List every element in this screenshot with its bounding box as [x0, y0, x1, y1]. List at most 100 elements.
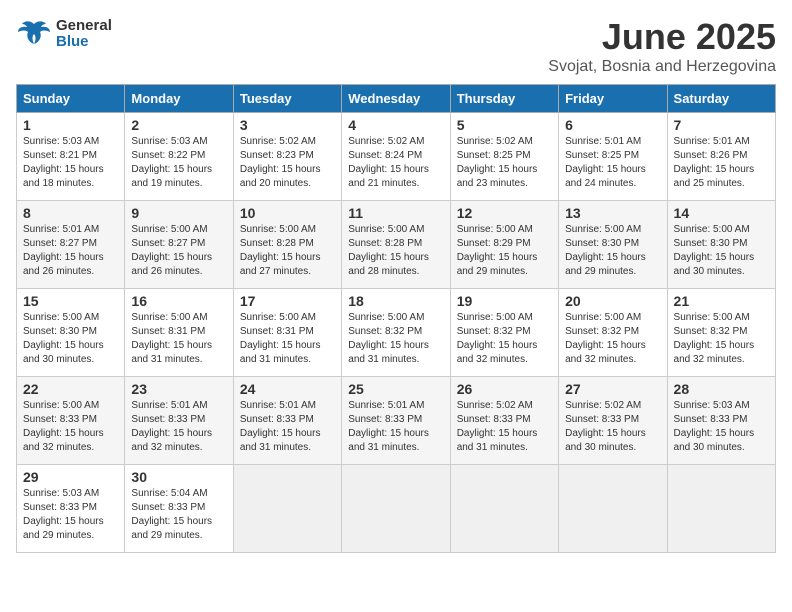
day-cell: 14Sunrise: 5:00 AMSunset: 8:30 PMDayligh…: [667, 201, 775, 289]
day-info: Sunrise: 5:00 AMSunset: 8:31 PMDaylight:…: [240, 311, 335, 367]
day-number: 5: [457, 117, 552, 133]
day-info: Sunrise: 5:00 AMSunset: 8:28 PMDaylight:…: [348, 223, 443, 279]
day-cell: [667, 465, 775, 553]
day-info: Sunrise: 5:03 AMSunset: 8:33 PMDaylight:…: [674, 399, 769, 455]
day-info: Sunrise: 5:02 AMSunset: 8:25 PMDaylight:…: [457, 135, 552, 191]
day-cell: 5 Sunrise: 5:02 AMSunset: 8:25 PMDaylight…: [450, 113, 558, 201]
day-number: 22: [23, 381, 118, 397]
day-info: Sunrise: 5:02 AMSunset: 8:23 PMDaylight:…: [240, 135, 335, 191]
day-cell: 17 Sunrise: 5:00 AMSunset: 8:31 PMDayligh…: [233, 289, 341, 377]
day-cell: 21Sunrise: 5:00 AMSunset: 8:32 PMDayligh…: [667, 289, 775, 377]
day-info: Sunrise: 5:00 AMSunset: 8:32 PMDaylight:…: [457, 311, 552, 367]
day-number: 20: [565, 293, 660, 309]
col-friday: Friday: [559, 85, 667, 113]
day-info: Sunrise: 5:00 AMSunset: 8:31 PMDaylight:…: [131, 311, 226, 367]
day-number: 28: [674, 381, 769, 397]
day-number: 15: [23, 293, 118, 309]
col-sunday: Sunday: [17, 85, 125, 113]
day-cell: 26Sunrise: 5:02 AMSunset: 8:33 PMDayligh…: [450, 377, 558, 465]
day-cell: 23 Sunrise: 5:01 AMSunset: 8:33 PMDayligh…: [125, 377, 233, 465]
day-cell: 9 Sunrise: 5:00 AMSunset: 8:27 PMDaylight…: [125, 201, 233, 289]
day-number: 10: [240, 205, 335, 221]
table-row: 1 Sunrise: 5:03 AMSunset: 8:21 PMDaylight…: [17, 113, 776, 201]
day-number: 9: [131, 205, 226, 221]
day-cell: 11 Sunrise: 5:00 AMSunset: 8:28 PMDayligh…: [342, 201, 450, 289]
day-number: 19: [457, 293, 552, 309]
day-info: Sunrise: 5:00 AMSunset: 8:32 PMDaylight:…: [348, 311, 443, 367]
day-info: Sunrise: 5:00 AMSunset: 8:33 PMDaylight:…: [23, 399, 118, 455]
table-row: 8Sunrise: 5:01 AMSunset: 8:27 PMDaylight…: [17, 201, 776, 289]
day-number: 12: [457, 205, 552, 221]
day-number: 24: [240, 381, 335, 397]
day-info: Sunrise: 5:02 AMSunset: 8:24 PMDaylight:…: [348, 135, 443, 191]
month-title: June 2025: [548, 16, 776, 58]
day-cell: 7Sunrise: 5:01 AMSunset: 8:26 PMDaylight…: [667, 113, 775, 201]
day-number: 21: [674, 293, 769, 309]
day-info: Sunrise: 5:03 AMSunset: 8:21 PMDaylight:…: [23, 135, 118, 191]
day-info: Sunrise: 5:01 AMSunset: 8:25 PMDaylight:…: [565, 135, 660, 191]
day-number: 3: [240, 117, 335, 133]
day-cell: 24 Sunrise: 5:01 AMSunset: 8:33 PMDayligh…: [233, 377, 341, 465]
col-wednesday: Wednesday: [342, 85, 450, 113]
day-info: Sunrise: 5:00 AMSunset: 8:32 PMDaylight:…: [565, 311, 660, 367]
day-number: 25: [348, 381, 443, 397]
day-cell: 28 Sunrise: 5:03 AMSunset: 8:33 PMDayligh…: [667, 377, 775, 465]
day-number: 2: [131, 117, 226, 133]
day-info: Sunrise: 5:03 AMSunset: 8:22 PMDaylight:…: [131, 135, 226, 191]
day-number: 1: [23, 117, 118, 133]
day-cell: [342, 465, 450, 553]
col-thursday: Thursday: [450, 85, 558, 113]
day-cell: 2 Sunrise: 5:03 AMSunset: 8:22 PMDaylight…: [125, 113, 233, 201]
title-area: June 2025 Svojat, Bosnia and Herzegovina: [548, 16, 776, 76]
day-cell: 30 Sunrise: 5:04 AMSunset: 8:33 PMDayligh…: [125, 465, 233, 553]
col-monday: Monday: [125, 85, 233, 113]
day-number: 16: [131, 293, 226, 309]
table-row: 29 Sunrise: 5:03 AMSunset: 8:33 PMDayligh…: [17, 465, 776, 553]
day-info: Sunrise: 5:04 AMSunset: 8:33 PMDaylight:…: [131, 487, 226, 543]
day-info: Sunrise: 5:00 AMSunset: 8:27 PMDaylight:…: [131, 223, 226, 279]
day-cell: 27Sunrise: 5:02 AMSunset: 8:33 PMDayligh…: [559, 377, 667, 465]
day-cell: 18 Sunrise: 5:00 AMSunset: 8:32 PMDayligh…: [342, 289, 450, 377]
day-number: 14: [674, 205, 769, 221]
col-tuesday: Tuesday: [233, 85, 341, 113]
day-cell: [559, 465, 667, 553]
day-number: 4: [348, 117, 443, 133]
day-cell: [233, 465, 341, 553]
day-cell: 20 Sunrise: 5:00 AMSunset: 8:32 PMDayligh…: [559, 289, 667, 377]
day-number: 11: [348, 205, 443, 221]
day-number: 6: [565, 117, 660, 133]
day-number: 23: [131, 381, 226, 397]
day-cell: 3 Sunrise: 5:02 AMSunset: 8:23 PMDaylight…: [233, 113, 341, 201]
day-cell: 8Sunrise: 5:01 AMSunset: 8:27 PMDaylight…: [17, 201, 125, 289]
day-cell: 29 Sunrise: 5:03 AMSunset: 8:33 PMDayligh…: [17, 465, 125, 553]
day-info: Sunrise: 5:00 AMSunset: 8:28 PMDaylight:…: [240, 223, 335, 279]
table-row: 22 Sunrise: 5:00 AMSunset: 8:33 PMDayligh…: [17, 377, 776, 465]
day-info: Sunrise: 5:01 AMSunset: 8:33 PMDaylight:…: [131, 399, 226, 455]
day-info: Sunrise: 5:00 AMSunset: 8:30 PMDaylight:…: [23, 311, 118, 367]
day-number: 27: [565, 381, 660, 397]
day-number: 17: [240, 293, 335, 309]
logo-blue-text: Blue: [56, 34, 112, 51]
day-cell: 25Sunrise: 5:01 AMSunset: 8:33 PMDayligh…: [342, 377, 450, 465]
day-number: 26: [457, 381, 552, 397]
day-cell: 22 Sunrise: 5:00 AMSunset: 8:33 PMDayligh…: [17, 377, 125, 465]
day-number: 29: [23, 469, 118, 485]
col-saturday: Saturday: [667, 85, 775, 113]
day-info: Sunrise: 5:00 AMSunset: 8:29 PMDaylight:…: [457, 223, 552, 279]
day-cell: 19 Sunrise: 5:00 AMSunset: 8:32 PMDayligh…: [450, 289, 558, 377]
day-info: Sunrise: 5:00 AMSunset: 8:30 PMDaylight:…: [565, 223, 660, 279]
day-number: 18: [348, 293, 443, 309]
calendar-table: Sunday Monday Tuesday Wednesday Thursday…: [16, 84, 776, 553]
header: General Blue June 2025 Svojat, Bosnia an…: [16, 16, 776, 76]
day-info: Sunrise: 5:03 AMSunset: 8:33 PMDaylight:…: [23, 487, 118, 543]
day-number: 7: [674, 117, 769, 133]
day-info: Sunrise: 5:01 AMSunset: 8:33 PMDaylight:…: [240, 399, 335, 455]
day-info: Sunrise: 5:01 AMSunset: 8:27 PMDaylight:…: [23, 223, 118, 279]
logo-general-text: General: [56, 18, 112, 35]
table-row: 15 Sunrise: 5:00 AMSunset: 8:30 PMDayligh…: [17, 289, 776, 377]
day-number: 30: [131, 469, 226, 485]
logo: General Blue: [16, 16, 112, 52]
day-cell: 4 Sunrise: 5:02 AMSunset: 8:24 PMDaylight…: [342, 113, 450, 201]
day-cell: 6 Sunrise: 5:01 AMSunset: 8:25 PMDaylight…: [559, 113, 667, 201]
logo-bird-icon: [16, 16, 52, 52]
